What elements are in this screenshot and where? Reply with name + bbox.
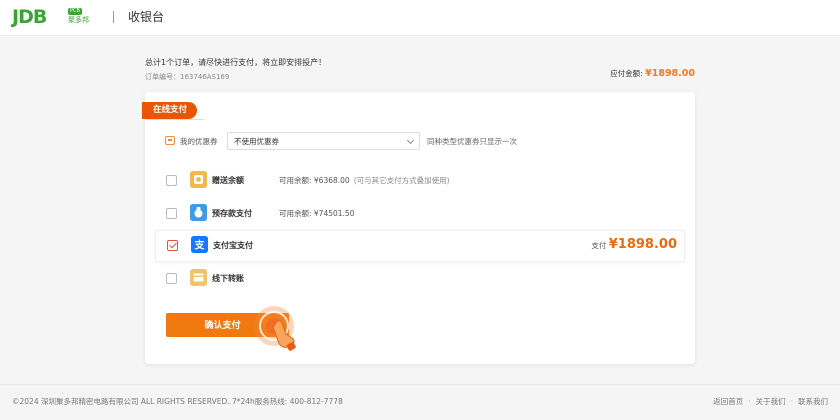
company-logo[interactable]: JDB PCB 聚多邦	[12, 7, 94, 27]
chevron-down-icon	[406, 136, 415, 145]
footer-link-home[interactable]: 返回首页	[713, 397, 743, 406]
page-title: 收银台	[128, 10, 165, 24]
page-footer: ©2024 深圳聚多邦精密电路有限公司 ALL RIGHTS RESERVED.…	[0, 384, 840, 420]
gift-balance-checkbox[interactable]	[166, 175, 177, 186]
logo-chinese-name: 聚多邦	[68, 16, 89, 24]
available-balance: 可用余额: ¥74501.50	[279, 209, 355, 218]
tag-underline	[145, 119, 205, 120]
available-balance: 可用余额: ¥6368.00	[279, 176, 350, 185]
payment-method-offline[interactable]: 线下转账	[155, 264, 685, 294]
method-name: 支付宝支付	[213, 241, 253, 250]
payment-method-gift-balance[interactable]: 赠送余额 可用余额: ¥6368.00 (可与其它支付方式叠加使用)	[155, 166, 685, 196]
order-number: 订单编号：163746AS169	[145, 73, 230, 81]
amount-due-label: 应付金额:	[610, 69, 643, 78]
coupon-row: 我的优惠券 不使用优惠券 同种类型优惠券只显示一次	[165, 132, 685, 152]
method-name: 预存款支付	[212, 209, 252, 218]
method-name: 赠送余额	[212, 176, 244, 185]
deposit-icon	[190, 204, 207, 221]
coupon-note: 同种类型优惠券只显示一次	[427, 137, 517, 146]
deposit-checkbox[interactable]	[166, 208, 177, 219]
pay-amount-value: ¥1898.00	[608, 237, 677, 252]
footer-copyright: ©2024 深圳聚多邦精密电路有限公司 ALL RIGHTS RESERVED.…	[12, 397, 343, 406]
online-payment-tag: 在线支付	[142, 102, 198, 119]
method-balance: 可用余额: ¥6368.00 (可与其它支付方式叠加使用)	[279, 175, 450, 186]
coupon-select[interactable]: 不使用优惠券	[227, 132, 420, 150]
payment-card: 在线支付 我的优惠券 不使用优惠券 同种类型优惠券只显示一次 赠送余额 可用余额…	[142, 92, 695, 364]
footer-separator: ·	[790, 397, 793, 406]
method-balance: 可用余额: ¥74501.50	[279, 208, 354, 219]
coupon-icon	[165, 136, 175, 145]
method-name: 线下转账	[212, 274, 244, 283]
balance-note: (可与其它支付方式叠加使用)	[353, 176, 450, 185]
amount-due: 应付金额: ¥1898.00	[610, 68, 695, 80]
coupon-select-value: 不使用优惠券	[234, 137, 279, 146]
footer-separator: ·	[748, 397, 751, 406]
order-summary: 总计1个订单，请尽快进行支付，将立即安排投产！	[145, 58, 327, 67]
footer-link-about[interactable]: 关于我们	[756, 397, 786, 406]
svg-text:支: 支	[194, 239, 206, 252]
pay-label: 支付	[591, 241, 607, 250]
payment-method-alipay[interactable]: 支 支付宝支付 支付 ¥1898.00	[155, 230, 685, 262]
top-header: JDB PCB 聚多邦 收银台	[0, 0, 840, 36]
alipay-pay-amount: 支付 ¥1898.00	[591, 238, 677, 253]
alipay-checkbox[interactable]	[167, 240, 178, 251]
amount-due-value: ¥1898.00	[645, 68, 695, 79]
footer-links: 返回首页 · 关于我们 · 联系我们	[713, 397, 828, 407]
header-divider	[113, 11, 114, 23]
coupon-label: 我的优惠券	[180, 137, 218, 146]
alipay-icon: 支	[191, 236, 208, 253]
tap-hand-icon	[254, 306, 296, 351]
offline-transfer-icon	[190, 269, 207, 286]
offline-checkbox[interactable]	[166, 273, 177, 284]
payment-method-deposit[interactable]: 预存款支付 可用余额: ¥74501.50	[155, 199, 685, 229]
footer-link-contact[interactable]: 联系我们	[798, 397, 828, 406]
gift-balance-icon	[190, 171, 207, 188]
logo-badge: PCB	[68, 8, 82, 15]
logo-letters: JDB	[12, 6, 47, 28]
